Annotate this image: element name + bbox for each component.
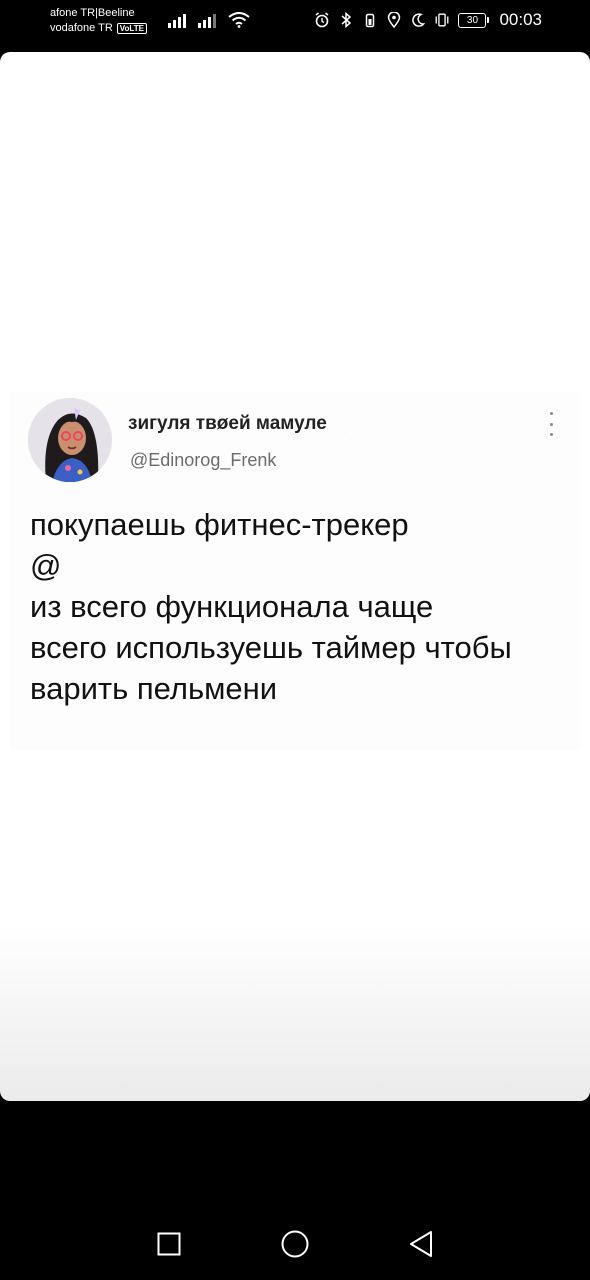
battery-level: 30: [458, 12, 487, 28]
alarm-icon: [314, 11, 330, 29]
wifi-icon: [228, 12, 250, 28]
tweet-line: из всего функционала чаще: [30, 589, 434, 624]
carrier-info: afone TR|Beeline vodafone TR VoLTE: [50, 6, 147, 36]
crescent-moon-icon: [336, 414, 357, 434]
tweet-line: варить пельмени: [30, 671, 278, 706]
back-button[interactable]: [408, 1230, 434, 1258]
avatar[interactable]: [28, 398, 112, 482]
user-handle[interactable]: @Edinorog_Frenk: [130, 450, 276, 471]
clock: 00:03: [499, 10, 542, 29]
bluetooth-icon: [338, 11, 354, 29]
tweet-line: всего используешь таймер чтобы: [30, 630, 512, 665]
tweet-text: покупаешь фитнес-трекер @ из всего функц…: [30, 504, 570, 709]
tweet-line: покупаешь фитнес-трекер: [30, 507, 409, 542]
status-bar: afone TR|Beeline vodafone TR VoLTE 30 00…: [0, 0, 590, 48]
signal-icon: [198, 12, 216, 28]
location-icon: [386, 11, 402, 29]
vibrate-icon: [434, 11, 450, 29]
home-button[interactable]: [281, 1230, 309, 1258]
volte-badge: VoLTE: [116, 23, 147, 34]
signal-icon: [168, 12, 186, 28]
battery-saver-icon: [362, 11, 378, 29]
battery-icon: 30: [458, 12, 490, 28]
more-options-icon[interactable]: [548, 412, 554, 436]
story-card[interactable]: зигуля твøей мамуле @Edinorog_Frenk поку…: [0, 52, 590, 1101]
navigation-bar: [0, 1200, 590, 1280]
do-not-disturb-icon: [410, 11, 426, 29]
tweet-card: зигуля твøей мамуле @Edinorog_Frenk поку…: [10, 390, 580, 750]
carrier-line-2: vodafone TR: [50, 22, 113, 34]
tweet-line: @: [30, 548, 62, 583]
carrier-line-1: afone TR|Beeline: [50, 7, 135, 19]
recents-button[interactable]: [157, 1232, 181, 1256]
display-name[interactable]: зигуля твøей мамуле: [128, 413, 327, 435]
